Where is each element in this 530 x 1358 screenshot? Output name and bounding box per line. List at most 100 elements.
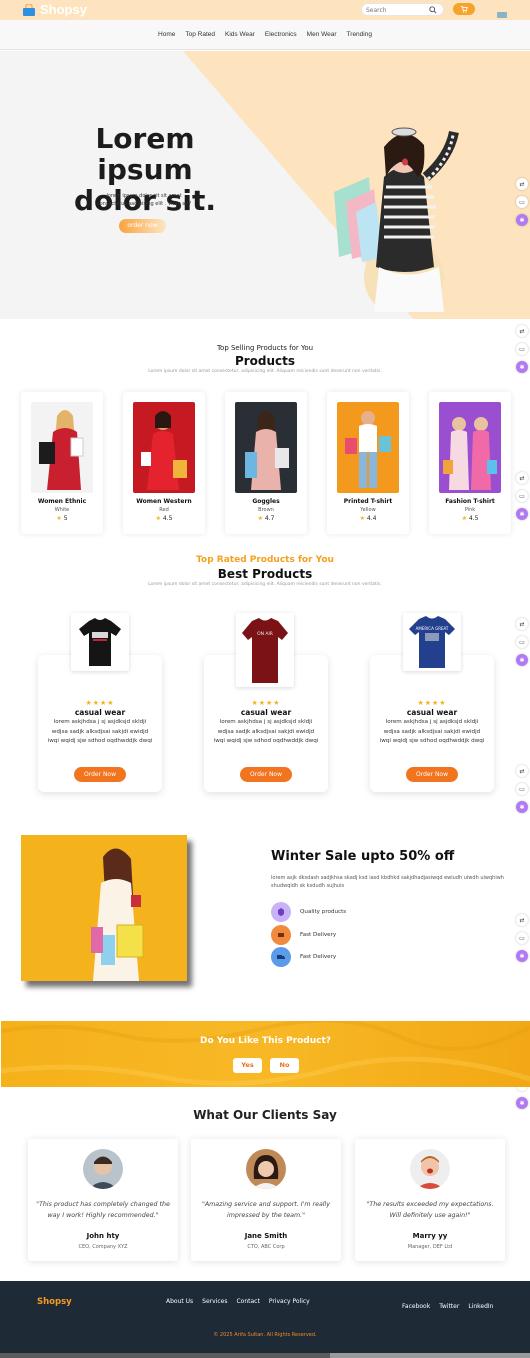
shirt-print-text: AMERICA GREAT <box>416 626 449 631</box>
quality-icon <box>271 902 291 922</box>
side-toolbar: ⇄ ▭ ✱ <box>516 472 530 520</box>
tshirt-image: ON AIR <box>236 613 294 687</box>
testimonial-quote: "This product has completely changed the… <box>36 1201 170 1219</box>
product-color: White <box>54 507 70 513</box>
feature-label: Fast Delivery <box>300 954 337 960</box>
extension-icon[interactable]: ✱ <box>516 508 528 520</box>
dark-mode-toggle[interactable] <box>497 12 507 18</box>
extension-icon[interactable]: ✱ <box>516 654 528 666</box>
nav-electronics[interactable]: Electronics <box>265 31 297 38</box>
product-rating: ★ 5 <box>56 515 68 522</box>
hero-section: Lorem ipsum dolor sit. lorem ipsum dolor… <box>0 51 530 319</box>
translate-icon[interactable]: ⇄ <box>516 178 528 190</box>
order-now-button[interactable]: Order Now <box>406 767 458 782</box>
translate-icon[interactable]: ⇄ <box>516 765 528 777</box>
product-card[interactable]: Women Ethnic White ★ 5 <box>21 392 103 534</box>
extension-icon[interactable]: ✱ <box>516 950 528 962</box>
horizontal-scrollbar[interactable] <box>0 1353 530 1358</box>
product-image <box>337 402 399 493</box>
testimonial-quote: "Amazing service and support. I'm really… <box>201 1201 331 1219</box>
nav-men-wear[interactable]: Men Wear <box>307 31 337 38</box>
product-image <box>235 402 297 493</box>
footer-link-privacy[interactable]: Privacy Policy <box>269 1298 310 1305</box>
star-icon: ★ <box>56 515 62 522</box>
translate-icon[interactable]: ⇄ <box>516 618 528 630</box>
bookmark-icon[interactable]: ▭ <box>516 932 528 944</box>
testimonial-name: Jane Smith <box>244 1232 288 1240</box>
extension-icon[interactable]: ✱ <box>516 801 528 813</box>
social-twitter[interactable]: Twitter <box>439 1303 459 1310</box>
product-image <box>31 402 93 493</box>
testimonial-card: "This product has completely changed the… <box>28 1139 178 1261</box>
bookmark-icon[interactable]: ▭ <box>516 196 528 208</box>
copyright: © 2025 Arifa Sultan. All Rights Reserved… <box>213 1332 317 1338</box>
bookmark-icon[interactable]: ▭ <box>516 490 528 502</box>
testimonial-name: John hty <box>86 1232 120 1240</box>
footer-link-contact[interactable]: Contact <box>236 1298 259 1305</box>
search-box[interactable] <box>361 3 444 16</box>
search-input[interactable] <box>366 5 428 15</box>
product-image <box>439 402 501 493</box>
no-button[interactable]: No <box>270 1058 299 1073</box>
brand-name: Shopsy <box>40 2 87 17</box>
best-product-card[interactable]: ★★★★ casual wear lorem askjhdsa j sj asj… <box>370 655 494 792</box>
product-name: Printed T-shirt <box>343 498 393 505</box>
product-name: Women Ethnic <box>37 498 87 505</box>
product-card[interactable]: Printed T-shirt Yellow ★ 4.4 <box>327 392 409 534</box>
side-toolbar: ⇄ ▭ ✱ <box>516 178 530 226</box>
nav-top-rated[interactable]: Top Rated <box>185 31 215 38</box>
products-subtitle: Top Selling Products for You <box>216 344 314 352</box>
testimonial-role: CTO, ABC Corp <box>247 1244 285 1250</box>
bookmark-icon[interactable]: ▭ <box>516 783 528 795</box>
social-linkedin[interactable]: LinkedIn <box>468 1303 493 1310</box>
translate-icon[interactable]: ⇄ <box>516 914 528 926</box>
star-icon: ★ <box>359 515 365 522</box>
best-product-name: casual wear <box>240 708 292 717</box>
product-card[interactable]: Women Western Red ★ 4.5 <box>123 392 205 534</box>
extension-icon[interactable]: ✱ <box>516 214 528 226</box>
rating-stars: ★★★★ <box>251 699 281 707</box>
avatar <box>83 1149 123 1189</box>
product-rating: ★ 4.5 <box>155 515 173 522</box>
feature-item: Fast Delivery <box>271 947 336 967</box>
scrollbar-thumb[interactable] <box>0 1353 330 1358</box>
best-product-description: lorem askjhdsa j sj asjdksjd skldji wdjs… <box>213 719 319 744</box>
translate-icon[interactable]: ⇄ <box>516 472 528 484</box>
testimonial-quote: "The results exceeded my expectations. W… <box>366 1201 494 1219</box>
testimonial-card: "The results exceeded my expectations. W… <box>355 1139 505 1261</box>
nav-trending[interactable]: Trending <box>347 31 372 38</box>
star-icon: ★ <box>461 515 467 522</box>
feature-item: Quality products <box>271 902 346 922</box>
product-card[interactable]: Goggles Brown ★ 4.7 <box>225 392 307 534</box>
best-product-name: casual wear <box>74 708 126 717</box>
order-now-button[interactable]: Order Now <box>240 767 292 782</box>
product-card[interactable]: Fashion T-shirt Pink ★ 4.5 <box>429 392 511 534</box>
nav-kids-wear[interactable]: Kids Wear <box>225 31 255 38</box>
footer-brand[interactable]: Shopsy <box>37 1297 72 1307</box>
best-products-description: Lorem ipsum dolor sit amet consectetur, … <box>148 582 382 587</box>
shirt-print-text: ON AIR <box>257 631 273 637</box>
social-facebook[interactable]: Facebook <box>402 1303 430 1310</box>
truck-icon <box>271 947 291 967</box>
footer-link-services[interactable]: Services <box>202 1298 227 1305</box>
product-rating: ★ 4.4 <box>359 515 377 522</box>
order-now-button[interactable]: Order Now <box>74 767 126 782</box>
cart-icon <box>460 6 468 13</box>
winter-sale-title: Winter Sale upto 50% off <box>271 849 455 864</box>
footer-link-about[interactable]: About Us <box>166 1298 193 1305</box>
feature-label: Quality products <box>300 909 347 915</box>
nav-home[interactable]: Home <box>158 31 175 38</box>
best-product-card[interactable]: ★★★★ casual wear lorem askjhdsa j sj asj… <box>38 655 162 792</box>
order-now-button[interactable]: order now <box>119 219 166 233</box>
product-color: Yellow <box>360 507 376 513</box>
bookmark-icon[interactable]: ▭ <box>516 636 528 648</box>
footer-links: About Us Services Contact Privacy Policy <box>166 1298 310 1305</box>
main-nav: Home Top Rated Kids Wear Electronics Men… <box>0 20 530 50</box>
translate-icon[interactable]: ⇄ <box>516 325 528 337</box>
brand-logo[interactable]: Shopsy <box>22 2 87 17</box>
yes-button[interactable]: Yes <box>233 1058 262 1073</box>
winter-sale-description: lorem asjk dksdash sadjkhsa skadj ksd ia… <box>271 875 504 889</box>
search-icon[interactable] <box>429 6 437 14</box>
product-rating: ★ 4.5 <box>461 515 479 522</box>
cart-button[interactable] <box>453 3 475 15</box>
